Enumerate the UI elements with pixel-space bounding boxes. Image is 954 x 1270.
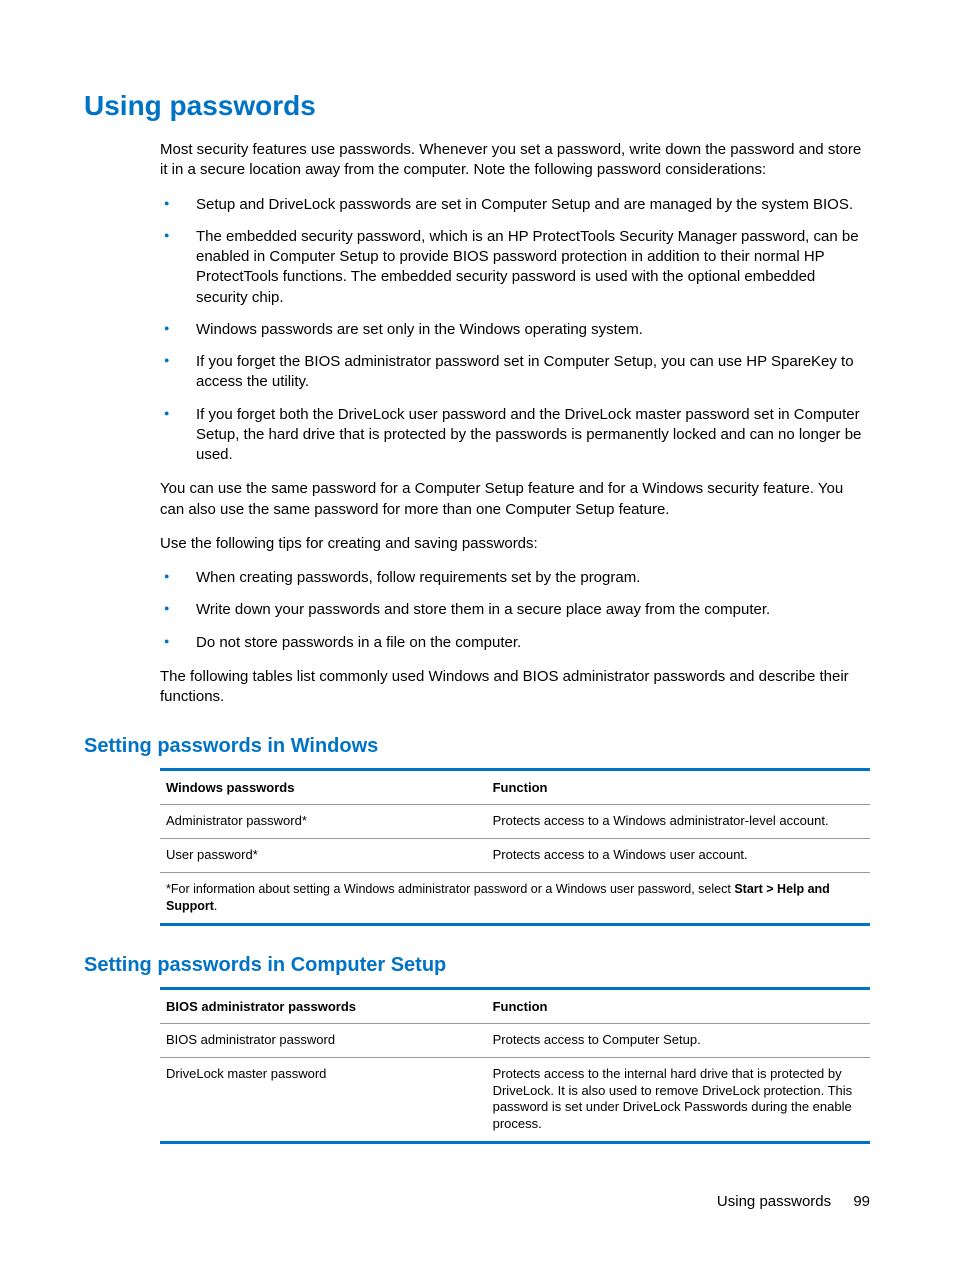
footer-title: Using passwords [717,1193,831,1210]
list-item: If you forget the BIOS administrator pas… [160,352,870,393]
table-cell: User password* [160,839,487,873]
table-header: BIOS administrator passwords [160,988,487,1023]
table-row: BIOS administrator password Protects acc… [160,1023,870,1057]
table-row: User password* Protects access to a Wind… [160,839,870,873]
table-cell: Protects access to a Windows administrat… [487,805,870,839]
page-number: 99 [853,1193,870,1210]
considerations-list: Setup and DriveLock passwords are set in… [160,195,870,466]
windows-passwords-table: Windows passwords Function Administrator… [160,768,870,926]
table-cell: DriveLock master password [160,1057,487,1143]
table-cell: Administrator password* [160,805,487,839]
table-row: DriveLock master password Protects acces… [160,1057,870,1143]
table-header: Function [487,770,870,805]
page-footer: Using passwords 99 [717,1193,870,1210]
section-heading-windows: Setting passwords in Windows [84,735,870,758]
table-row: Administrator password* Protects access … [160,805,870,839]
list-item: Do not store passwords in a file on the … [160,633,870,653]
list-item: The embedded security password, which is… [160,227,870,308]
list-item: Write down your passwords and store them… [160,600,870,620]
table-footnote: *For information about setting a Windows… [160,873,870,925]
bios-passwords-table: BIOS administrator passwords Function BI… [160,987,870,1144]
table-cell: Protects access to Computer Setup. [487,1023,870,1057]
body-paragraph: Use the following tips for creating and … [160,534,870,554]
section-heading-computer-setup: Setting passwords in Computer Setup [84,954,870,977]
table-cell: BIOS administrator password [160,1023,487,1057]
body-paragraph: The following tables list commonly used … [160,667,870,708]
list-item: If you forget both the DriveLock user pa… [160,405,870,466]
intro-paragraph: Most security features use passwords. Wh… [160,140,870,181]
list-item: Windows passwords are set only in the Wi… [160,320,870,340]
body-paragraph: You can use the same password for a Comp… [160,479,870,520]
page-heading: Using passwords [84,90,870,122]
table-header: Function [487,988,870,1023]
list-item: When creating passwords, follow requirem… [160,568,870,588]
table-header: Windows passwords [160,770,487,805]
table-cell: Protects access to a Windows user accoun… [487,839,870,873]
table-cell: Protects access to the internal hard dri… [487,1057,870,1143]
tips-list: When creating passwords, follow requirem… [160,568,870,653]
list-item: Setup and DriveLock passwords are set in… [160,195,870,215]
